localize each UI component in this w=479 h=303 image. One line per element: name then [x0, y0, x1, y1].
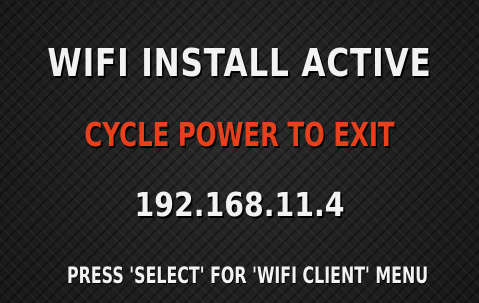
ip-address: 192.168.11.4 — [134, 185, 345, 224]
exit-instruction: CYCLE POWER TO EXIT — [84, 115, 395, 154]
wifi-install-screen: WIFI INSTALL ACTIVE CYCLE POWER TO EXIT … — [0, 0, 479, 303]
page-title: WIFI INSTALL ACTIVE — [47, 41, 432, 85]
select-hint: PRESS 'SELECT' FOR 'WIFI CLIENT' MENU — [67, 264, 429, 289]
